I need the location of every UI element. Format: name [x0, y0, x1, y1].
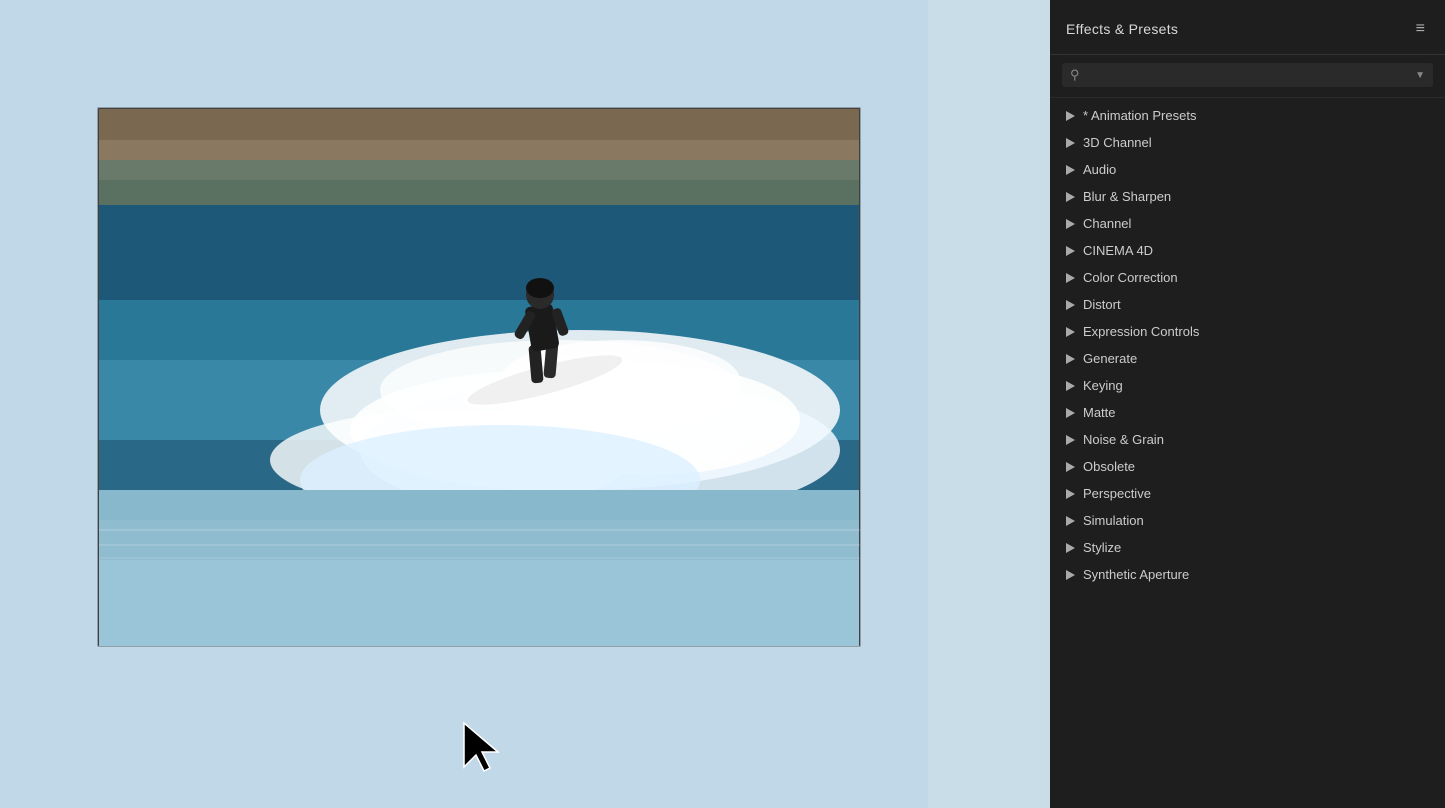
effect-label-noise-grain: Noise & Grain — [1083, 432, 1164, 447]
triangle-icon-expression-controls — [1066, 327, 1075, 337]
effect-label-simulation: Simulation — [1083, 513, 1144, 528]
triangle-icon-color-correction — [1066, 273, 1075, 283]
effect-item-stylize[interactable]: Stylize — [1050, 534, 1445, 561]
effect-item-animation-presets[interactable]: * Animation Presets — [1050, 102, 1445, 129]
effect-item-noise-grain[interactable]: Noise & Grain — [1050, 426, 1445, 453]
triangle-icon-noise-grain — [1066, 435, 1075, 445]
effect-item-perspective[interactable]: Perspective — [1050, 480, 1445, 507]
effect-item-matte[interactable]: Matte — [1050, 399, 1445, 426]
effect-label-animation-presets: * Animation Presets — [1083, 108, 1196, 123]
effect-item-expression-controls[interactable]: Expression Controls — [1050, 318, 1445, 345]
triangle-icon-obsolete — [1066, 462, 1075, 472]
triangle-icon-3d-channel — [1066, 138, 1075, 148]
triangle-icon-animation-presets — [1066, 111, 1075, 121]
effect-item-audio[interactable]: Audio — [1050, 156, 1445, 183]
cursor — [462, 721, 504, 773]
effect-item-keying[interactable]: Keying — [1050, 372, 1445, 399]
effect-item-obsolete[interactable]: Obsolete — [1050, 453, 1445, 480]
effect-label-synthetic-aperture: Synthetic Aperture — [1083, 567, 1189, 582]
panel-title: Effects & Presets — [1066, 21, 1178, 37]
effect-label-3d-channel: 3D Channel — [1083, 135, 1152, 150]
effect-label-blur-sharpen: Blur & Sharpen — [1083, 189, 1171, 204]
panel-header: Effects & Presets ≡ — [1050, 0, 1445, 55]
effect-label-audio: Audio — [1083, 162, 1116, 177]
effects-list: * Animation Presets 3D Channel Audio Blur &… — [1050, 98, 1445, 808]
effect-item-blur-sharpen[interactable]: Blur & Sharpen — [1050, 183, 1445, 210]
triangle-icon-channel — [1066, 219, 1075, 229]
triangle-icon-generate — [1066, 354, 1075, 364]
triangle-icon-synthetic-aperture — [1066, 570, 1075, 580]
triangle-icon-distort — [1066, 300, 1075, 310]
triangle-icon-blur-sharpen — [1066, 192, 1075, 202]
effect-label-keying: Keying — [1083, 378, 1123, 393]
effect-item-cinema-4d[interactable]: CINEMA 4D — [1050, 237, 1445, 264]
triangle-icon-cinema-4d — [1066, 246, 1075, 256]
triangle-icon-keying — [1066, 381, 1075, 391]
search-dropdown-arrow[interactable]: ▼ — [1415, 70, 1425, 81]
triangle-icon-audio — [1066, 165, 1075, 175]
triangle-icon-perspective — [1066, 489, 1075, 499]
effect-item-channel[interactable]: Channel — [1050, 210, 1445, 237]
panel-menu-icon[interactable]: ≡ — [1412, 18, 1429, 40]
effects-panel: Effects & Presets ≡ ⚲ ▼ * Animation Pres… — [1050, 0, 1445, 808]
effect-item-generate[interactable]: Generate — [1050, 345, 1445, 372]
canvas-area — [0, 0, 928, 808]
effect-item-simulation[interactable]: Simulation — [1050, 507, 1445, 534]
triangle-icon-stylize — [1066, 543, 1075, 553]
search-bar: ⚲ ▼ — [1050, 55, 1445, 98]
effect-label-generate: Generate — [1083, 351, 1137, 366]
effect-item-3d-channel[interactable]: 3D Channel — [1050, 129, 1445, 156]
effect-item-distort[interactable]: Distort — [1050, 291, 1445, 318]
effect-label-cinema-4d: CINEMA 4D — [1083, 243, 1153, 258]
triangle-icon-simulation — [1066, 516, 1075, 526]
effect-item-synthetic-aperture[interactable]: Synthetic Aperture — [1050, 561, 1445, 588]
effect-label-channel: Channel — [1083, 216, 1131, 231]
effect-label-stylize: Stylize — [1083, 540, 1121, 555]
effect-label-obsolete: Obsolete — [1083, 459, 1135, 474]
effect-label-color-correction: Color Correction — [1083, 270, 1178, 285]
search-input[interactable] — [1086, 68, 1410, 82]
effect-label-distort: Distort — [1083, 297, 1121, 312]
effect-label-expression-controls: Expression Controls — [1083, 324, 1199, 339]
effect-label-matte: Matte — [1083, 405, 1116, 420]
effect-item-color-correction[interactable]: Color Correction — [1050, 264, 1445, 291]
effect-label-perspective: Perspective — [1083, 486, 1151, 501]
background-scene — [0, 0, 928, 808]
triangle-icon-matte — [1066, 408, 1075, 418]
search-input-container: ⚲ ▼ — [1062, 63, 1433, 87]
search-icon: ⚲ — [1070, 67, 1080, 83]
